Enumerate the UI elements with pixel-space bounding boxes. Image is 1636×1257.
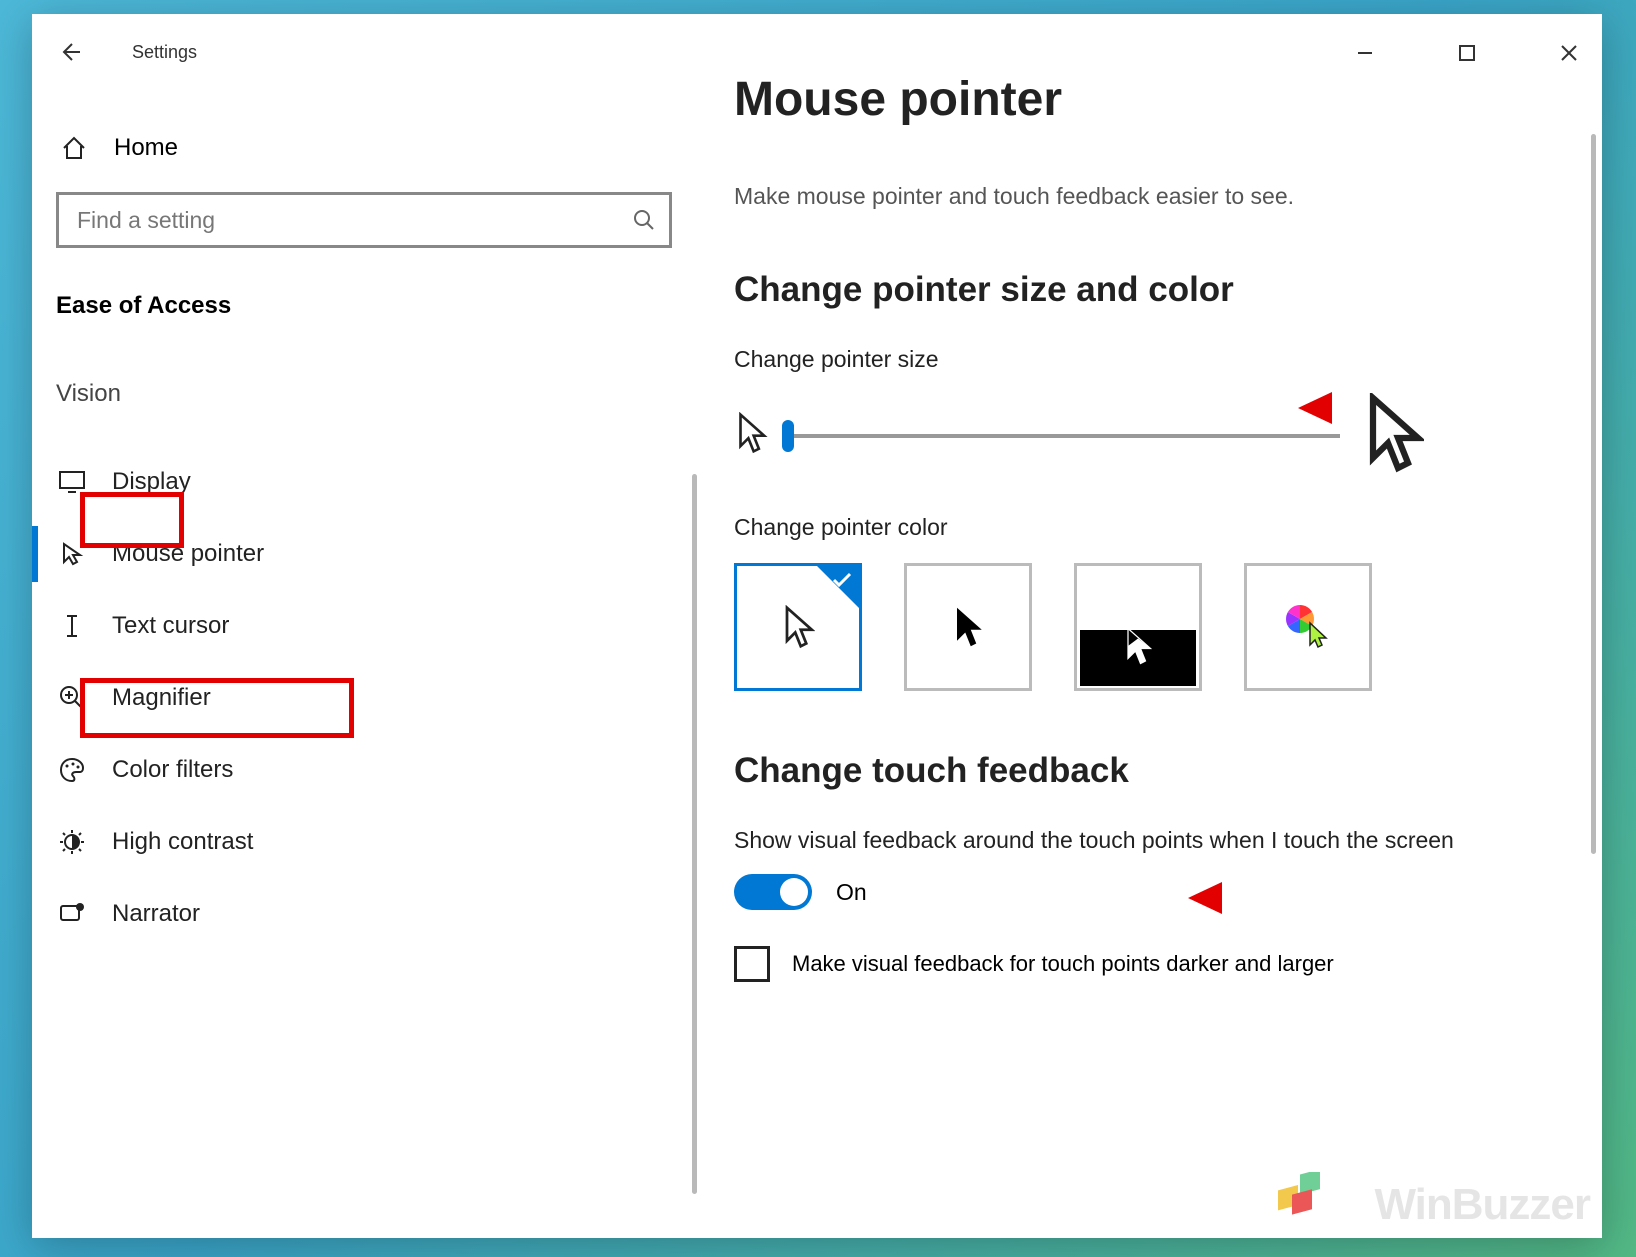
settings-window: Settings Home Ease of Access Vision Disp… [32,14,1602,1238]
back-button[interactable] [56,38,84,66]
pointer-color-inverted[interactable] [1074,563,1202,691]
pointer-size-slider[interactable] [790,434,1340,438]
main-content: Mouse pointer Make mouse pointer and tou… [696,14,1602,1238]
darker-larger-label: Make visual feedback for touch points da… [792,951,1334,977]
page-subtitle: Make mouse pointer and touch feedback ea… [734,183,1554,210]
text-cursor-icon [56,610,88,642]
cursor-black-icon [951,605,985,649]
pointer-color-black[interactable] [904,563,1032,691]
pointer-color-options [734,563,1554,691]
sidebar-item-color-filters[interactable]: Color filters [32,734,696,806]
pointer-size-slider-row [734,393,1554,478]
nav-label: Color filters [112,756,233,784]
check-icon [831,569,853,591]
toggle-knob [780,878,808,906]
nav-label: High contrast [112,828,253,856]
mouse-pointer-icon [56,538,88,570]
page-title: Mouse pointer [734,72,1554,127]
search-input[interactable] [77,207,633,234]
magnifier-icon [56,682,88,714]
app-title: Settings [132,42,197,63]
nav-label: Narrator [112,900,200,928]
cursor-large-icon [1362,393,1424,478]
search-box[interactable] [56,192,672,248]
color-wheel-icon [1286,605,1330,649]
touch-feedback-toggle[interactable] [734,874,812,910]
sidebar-item-home[interactable]: Home [32,108,696,172]
scrollbar-main[interactable] [1591,134,1596,854]
cursor-small-icon [734,412,768,459]
darker-larger-row: Make visual feedback for touch points da… [734,946,1554,982]
nav-label: Display [112,468,191,496]
toggle-status: On [836,879,867,906]
cursor-white-icon [781,605,815,649]
narrator-icon [56,898,88,930]
sidebar: Settings Home Ease of Access Vision Disp… [32,14,696,1238]
nav-list: Display Mouse pointer Text cursor Magnif… [32,446,696,950]
cursor-inverted-icon [1123,626,1153,666]
subsection-vision: Vision [32,380,696,408]
back-arrow-icon [58,40,82,64]
pointer-size-label: Change pointer size [734,346,1554,373]
darker-larger-checkbox[interactable] [734,946,770,982]
sidebar-item-narrator[interactable]: Narrator [32,878,696,950]
touch-feedback-toggle-row: On [734,874,1554,910]
sidebar-item-mouse-pointer[interactable]: Mouse pointer [32,518,696,590]
pointer-color-white[interactable] [734,563,862,691]
monitor-icon [56,466,88,498]
section-title: Ease of Access [32,248,696,320]
contrast-icon [56,826,88,858]
scrollbar-sidebar[interactable] [692,474,697,1194]
home-label: Home [114,134,178,162]
sidebar-item-display[interactable]: Display [32,446,696,518]
palette-icon [56,754,88,786]
sidebar-item-text-cursor[interactable]: Text cursor [32,590,696,662]
search-icon [633,209,655,231]
section-pointer-size-color: Change pointer size and color [734,270,1554,310]
watermark-text: WinBuzzer [1375,1180,1591,1230]
touch-feedback-desc: Show visual feedback around the touch po… [734,827,1524,854]
home-icon [58,132,90,164]
watermark-cubes-icon [1272,1172,1332,1222]
nav-label: Text cursor [112,612,229,640]
pointer-color-custom[interactable] [1244,563,1372,691]
sidebar-item-magnifier[interactable]: Magnifier [32,662,696,734]
titlebar: Settings [32,28,696,76]
nav-label: Mouse pointer [112,540,264,568]
black-bg [1080,630,1196,686]
section-touch-feedback: Change touch feedback [734,751,1554,791]
nav-label: Magnifier [112,684,211,712]
slider-thumb[interactable] [782,420,794,452]
pointer-color-label: Change pointer color [734,514,1554,541]
sidebar-item-high-contrast[interactable]: High contrast [32,806,696,878]
